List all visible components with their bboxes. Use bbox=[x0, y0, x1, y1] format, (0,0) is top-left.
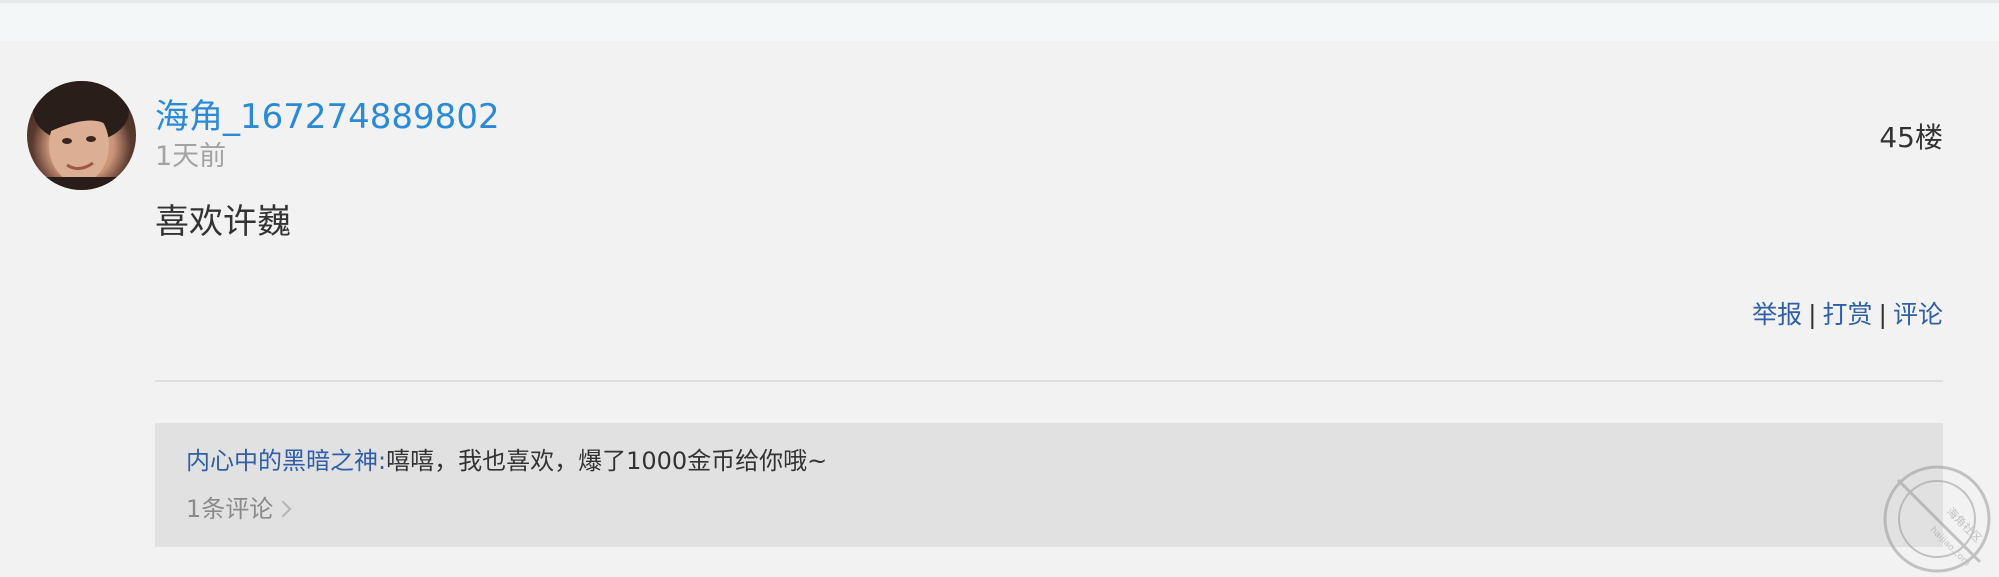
post-card: 海角_167274889802 1天前 45楼 喜欢许巍 举报 | 打赏 | 评论 内心… bbox=[0, 41, 1999, 577]
username-link[interactable]: 海角_167274889802 bbox=[155, 97, 500, 137]
floor-number: 45楼 bbox=[1879, 121, 1943, 154]
divider bbox=[155, 380, 1943, 382]
comment-item: 内心中的黑暗之神:嘻嘻，我也喜欢，爆了1000金币给你哦~ bbox=[186, 445, 827, 477]
avatar-photo-icon bbox=[27, 81, 136, 190]
post-time: 1天前 bbox=[155, 141, 227, 172]
chevron-right-icon bbox=[274, 500, 292, 518]
post-content: 喜欢许巍 bbox=[155, 202, 291, 242]
comment-box: 内心中的黑暗之神:嘻嘻，我也喜欢，爆了1000金币给你哦~ 1条评论 bbox=[155, 423, 1943, 547]
avatar[interactable] bbox=[27, 81, 136, 190]
reply-text: 嘻嘻，我也喜欢，爆了1000金币给你哦~ bbox=[386, 447, 828, 475]
tip-button[interactable]: 打赏 bbox=[1823, 300, 1873, 329]
post-actions: 举报 | 打赏 | 评论 bbox=[1752, 299, 1943, 331]
watermark-stamp-icon: 海角社区 haijiao.com bbox=[1883, 465, 1991, 573]
comment-button[interactable]: 评论 bbox=[1893, 300, 1943, 329]
action-separator: | bbox=[1878, 300, 1887, 329]
action-separator: | bbox=[1808, 300, 1817, 329]
comment-count-link[interactable]: 1条评论 bbox=[186, 493, 292, 525]
reply-username-link[interactable]: 内心中的黑暗之神: bbox=[186, 447, 386, 475]
report-button[interactable]: 举报 bbox=[1752, 300, 1802, 329]
comment-count-label: 1条评论 bbox=[186, 495, 274, 523]
top-strip bbox=[0, 0, 1999, 41]
